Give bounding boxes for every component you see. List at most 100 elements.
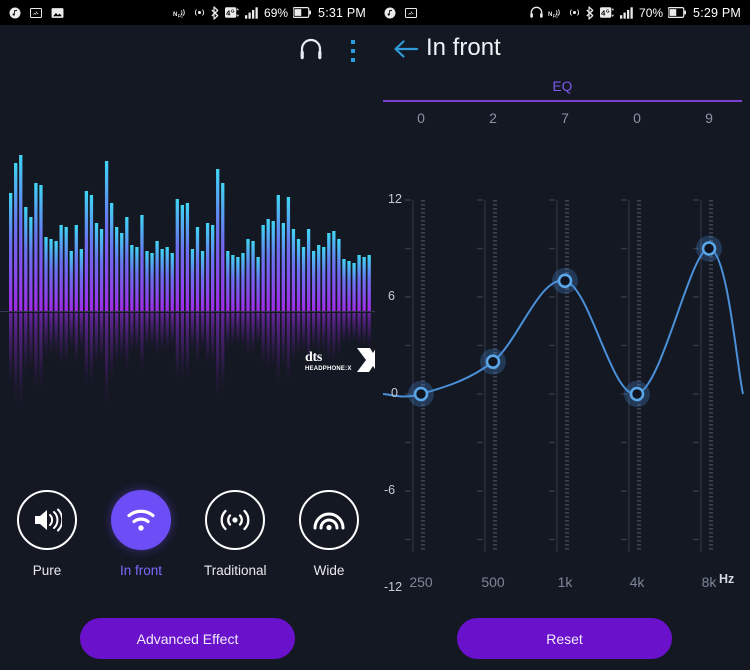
pure-circle[interactable] [17,490,77,550]
spectrum-bar [276,195,280,311]
menu-dot [350,48,356,54]
eq-curve-canvas[interactable] [375,132,750,552]
spectrum-bar [24,207,28,311]
spectrum-bar-reflection [130,313,134,354]
spectrum-bar-reflection [211,313,215,367]
reset-button[interactable]: Reset [457,618,672,659]
spectrum-bar [9,193,13,311]
spectrum-bar [241,253,245,311]
eq-y-tick-label: 0 [391,386,398,400]
4g-icon: 4G [225,6,240,19]
spectrum-bar-reflection [79,313,83,352]
eq-freq-label: 4k [629,574,645,590]
sound-mode-in-front[interactable]: In front [110,490,172,578]
spectrum-bar [150,253,154,311]
spectrum-bar-reflection [251,313,255,357]
eq-band-handle[interactable] [413,386,429,402]
nfc-icon: N FC [548,6,563,19]
eq-band-handle[interactable] [701,241,717,256]
eq-unit-label: Hz [719,572,735,586]
4g-icon: 4G [600,6,615,19]
hotspot-icon [568,6,581,19]
eq-band-handle[interactable] [485,354,501,369]
spectrum-bar-reflection [9,313,13,387]
spectrum-bar-reflection [140,313,144,373]
spectrum-bar-reflection [165,313,169,353]
headphone-icon [530,6,543,19]
spectrum-bar-reflection [120,313,124,362]
spectrum-bar-reflection [281,313,285,368]
left-header [0,25,375,73]
spectrum-bar-reflection [266,313,270,371]
bluetooth-icon [211,5,220,20]
spectrum-bar [221,183,225,311]
overflow-menu-icon[interactable] [350,39,356,63]
spectrum-bar [200,251,205,311]
spectrum-bar-reflection [29,313,33,372]
music-note-icon [384,7,396,19]
clock-left: 5:31 PM [318,5,366,20]
wide-circle[interactable] [299,490,359,550]
svg-text:G: G [231,9,235,14]
spectrum-bar [291,229,296,311]
spectrum-bar-reflection [69,313,73,351]
spectrum-bar [286,197,291,311]
spectrum-bar [104,161,109,311]
spectrum-bar-reflection [332,313,336,363]
spectrum-bar-reflection [180,313,184,379]
spectrum-bar [19,155,23,311]
eq-freq-label: 8k [701,574,717,590]
spectrum-bar [211,225,215,311]
sound-mode-traditional[interactable]: Traditional [204,490,267,578]
spectrum-bar-reflection [205,313,210,368]
battery-percent-left: 69% [264,5,289,20]
spectrum-bar [281,223,285,311]
spectrum-bar [94,223,99,311]
spectrum-bar [64,227,68,311]
back-arrow-icon[interactable] [393,37,419,66]
app-icon [30,7,42,19]
sound-mode-label: Wide [313,563,345,578]
spectrum-bar-reflection [14,313,18,405]
spectrum-bar-reflection [327,313,331,362]
battery-icon [293,7,312,18]
spectrum-bar-reflection [231,313,235,348]
tab-eq[interactable]: EQ [375,78,750,96]
spectrum-bar [256,257,260,311]
spectrum-bar [120,233,124,311]
headphone-icon[interactable] [298,37,324,66]
spectrum-bar [145,251,149,311]
menu-dot [350,39,356,45]
traditional-circle[interactable] [205,490,265,550]
spectrum-bar [190,249,195,311]
sound-mode-pure[interactable]: Pure [16,490,78,578]
eq-y-tick-label: -6 [384,483,396,497]
menu-dot [350,57,356,63]
spectrum-bar-reflection [301,313,306,353]
spectrum-bar [115,227,119,311]
spectrum-bar [59,225,63,311]
spectrum-bar-reflection [145,313,149,351]
spectrum-bar-reflection [155,313,159,357]
eq-freq-label: 1k [557,574,573,590]
spectrum-bar-reflection [190,313,195,352]
spectrum-bar-reflection [347,313,351,344]
advanced-effect-button[interactable]: Advanced Effect [80,618,295,659]
sound-mode-wide[interactable]: Wide [298,490,360,578]
spectrum-bar [322,247,326,311]
spectrum-bar [327,233,331,311]
eq-band-handle[interactable] [557,273,573,289]
spectrum-bar [69,251,73,311]
spectrum-bar [54,241,58,311]
status-left-right-icons: N FC 4G 69% 5:31 PM [173,6,375,20]
audio-visualizer: dts HEADPHONE:X [0,73,375,478]
eq-band-handle[interactable] [629,386,645,402]
spectrum-bar [74,225,78,311]
spectrum-bar-reflection [115,313,119,366]
spectrum-bar-reflection [291,313,296,364]
spectrum-bar-reflection [226,313,230,351]
spectrum-bar-reflection [246,313,250,358]
spectrum-bar-reflection [362,313,366,347]
spectrum-bar [251,241,255,311]
in-front-circle[interactable] [111,490,171,550]
